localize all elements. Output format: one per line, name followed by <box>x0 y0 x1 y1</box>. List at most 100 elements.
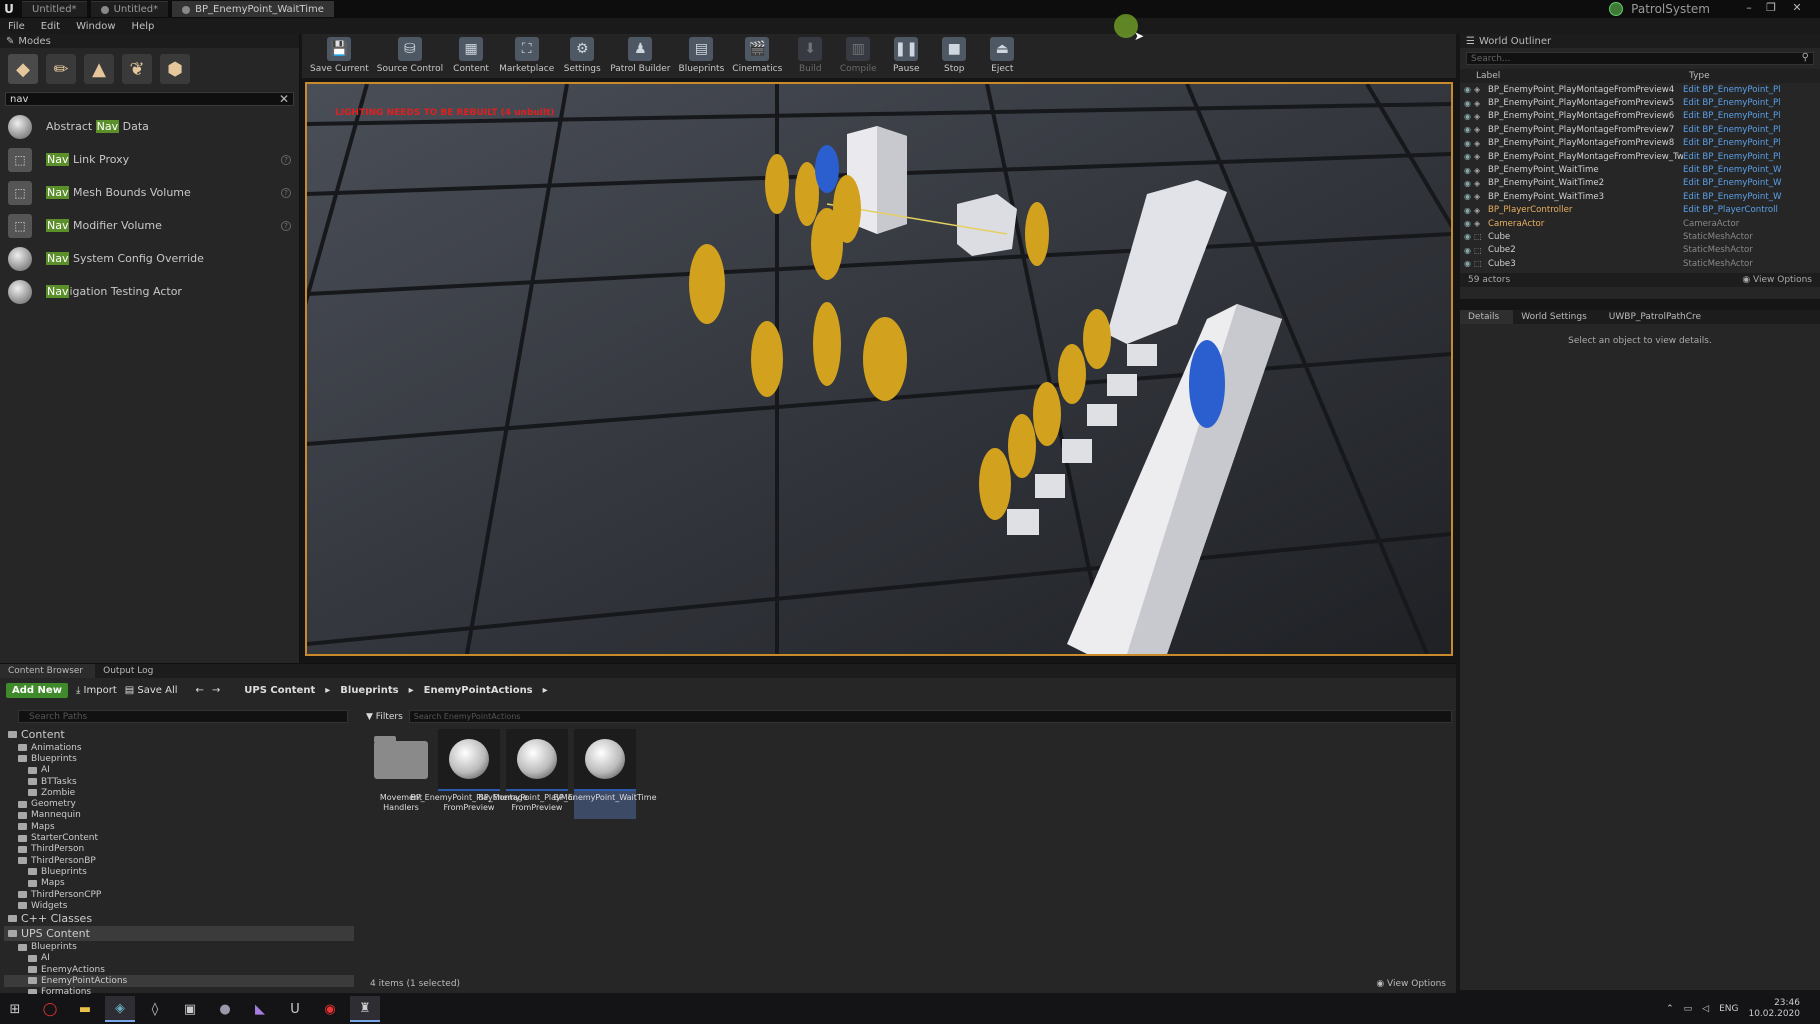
asset-view-options[interactable]: ◉ View Options <box>1376 979 1446 989</box>
tree-folder[interactable]: ThirdPersonCPP <box>4 889 354 900</box>
geometry-mode-icon[interactable]: ⬢ <box>160 54 190 84</box>
outliner-row[interactable]: ◉ ⬚ Cube3 StaticMeshActor <box>1460 257 1820 270</box>
tab-widget[interactable]: UWBP_PatrolPathCre <box>1601 310 1715 324</box>
breadcrumb-enemypointactions[interactable]: EnemyPointActions <box>424 685 533 696</box>
outliner-row-type[interactable]: Edit BP_EnemyPoint_W <box>1683 165 1782 175</box>
language-indicator[interactable]: ENG <box>1719 1004 1738 1014</box>
tree-folder[interactable]: Animations <box>4 742 354 753</box>
epic-games-icon[interactable]: ◊ <box>140 996 170 1022</box>
doc-tab-2[interactable]: Untitled* <box>90 1 169 17</box>
settings-button[interactable]: ⚙ Settings <box>558 37 606 74</box>
tree-folder[interactable]: ThirdPerson <box>4 844 354 855</box>
forward-icon[interactable]: → <box>212 685 220 696</box>
tab-details[interactable]: Details <box>1460 310 1514 324</box>
blueprints-button[interactable]: ▤ Blueprints <box>675 37 729 74</box>
tree-folder[interactable]: C++ Classes <box>4 911 354 926</box>
unreal-editor-icon[interactable]: ♜ <box>350 996 380 1022</box>
pause-button[interactable]: ❚❚ Pause <box>882 37 930 74</box>
tree-folder[interactable]: AI <box>4 953 354 964</box>
outliner-row[interactable]: ◉ ◈ BP_EnemyPoint_PlayMontageFromPreview8 E… <box>1460 137 1820 150</box>
minimize-icon[interactable]: – <box>1740 1 1758 14</box>
stop-button[interactable]: ■ Stop <box>930 37 978 74</box>
outliner-row-type[interactable]: Edit BP_EnemyPoint_Pl <box>1683 98 1781 108</box>
outliner-row-type[interactable]: Edit BP_EnemyPoint_Pl <box>1683 152 1781 162</box>
breadcrumb-blueprints[interactable]: Blueprints <box>340 685 398 696</box>
menu-help[interactable]: Help <box>124 21 163 32</box>
outliner-row[interactable]: ◉ ⬚ Cube2 StaticMeshActor <box>1460 244 1820 257</box>
obs-icon[interactable]: ● <box>210 996 240 1022</box>
cinematics-button[interactable]: 🎬 Cinematics <box>728 37 786 74</box>
visibility-eye-icon[interactable]: ◉ <box>1460 206 1474 215</box>
tree-folder[interactable]: StarterContent <box>4 832 354 843</box>
visibility-eye-icon[interactable]: ◉ <box>1460 232 1474 241</box>
outliner-row[interactable]: ◉ ◈ BP_EnemyPoint_WaitTime Edit BP_EnemyPoi… <box>1460 163 1820 176</box>
save-all-button[interactable]: ▤ Save All <box>125 685 178 696</box>
outliner-row[interactable]: ◉ ◈ BP_EnemyPoint_PlayMontageFromPreview7 E… <box>1460 123 1820 136</box>
place-mode-icon[interactable]: ◆ <box>8 54 38 84</box>
visibility-eye-icon[interactable]: ◉ <box>1460 139 1474 148</box>
visibility-eye-icon[interactable]: ◉ <box>1460 179 1474 188</box>
visibility-eye-icon[interactable]: ◉ <box>1460 99 1474 108</box>
outliner-row-type[interactable]: Edit BP_PlayerControll <box>1683 205 1778 215</box>
tree-folder[interactable]: Geometry <box>4 798 354 809</box>
marketplace-button[interactable]: ⛶ Marketplace <box>495 37 558 74</box>
tree-folder[interactable]: BTTasks <box>4 776 354 787</box>
tab-world-settings[interactable]: World Settings <box>1513 310 1601 324</box>
foliage-mode-icon[interactable]: ❦ <box>122 54 152 84</box>
outliner-view-options[interactable]: ◉ View Options <box>1742 275 1812 285</box>
place-item[interactable]: ⬚ Nav Mesh Bounds Volume? <box>0 176 299 209</box>
network-icon[interactable]: ▭ <box>1684 1004 1693 1014</box>
tree-folder[interactable]: Maps <box>4 878 354 889</box>
save-current-button[interactable]: 💾 Save Current <box>306 37 373 74</box>
place-item[interactable]: ⬚ Nav Modifier Volume? <box>0 209 299 242</box>
outliner-row[interactable]: ◉ ◈ BP_EnemyPoint_WaitTime2 Edit BP_EnemyPo… <box>1460 177 1820 190</box>
visibility-eye-icon[interactable]: ◉ <box>1460 125 1474 134</box>
tree-folder[interactable]: Widgets <box>4 900 354 911</box>
place-search-input[interactable]: nav ✕ <box>5 92 294 106</box>
back-icon[interactable]: ← <box>196 685 204 696</box>
volume-icon[interactable]: ◁ <box>1702 1004 1709 1014</box>
place-item[interactable]: Navigation Testing Actor <box>0 275 299 308</box>
tab-content-browser[interactable]: Content Browser <box>0 664 96 678</box>
tree-folder[interactable]: Mannequin <box>4 810 354 821</box>
visibility-eye-icon[interactable]: ◉ <box>1460 152 1474 161</box>
help-icon[interactable]: ? <box>281 155 291 165</box>
app-icon[interactable]: ▣ <box>175 996 205 1022</box>
outliner-row[interactable]: ◉ ◈ CameraActor CameraActor <box>1460 217 1820 230</box>
outliner-search-input[interactable]: Search... ⚲ <box>1466 52 1814 65</box>
outliner-row-type[interactable]: Edit BP_EnemyPoint_W <box>1683 192 1782 202</box>
tree-folder[interactable]: Maps <box>4 821 354 832</box>
landscape-mode-icon[interactable]: ▲ <box>84 54 114 84</box>
content-button[interactable]: ▦ Content <box>447 37 495 74</box>
outliner-row-type[interactable]: Edit BP_EnemyPoint_Pl <box>1683 85 1781 95</box>
modes-tab[interactable]: ✎ Modes <box>0 34 299 48</box>
visibility-eye-icon[interactable]: ◉ <box>1460 219 1474 228</box>
record-icon[interactable]: ◉ <box>315 996 345 1022</box>
column-type[interactable]: Type <box>1689 71 1710 81</box>
add-new-button[interactable]: Add New <box>6 682 68 698</box>
tree-folder[interactable]: Blueprints <box>4 941 354 952</box>
outliner-row-type[interactable]: Edit BP_EnemyPoint_Pl <box>1683 111 1781 121</box>
tree-folder[interactable]: AI <box>4 765 354 776</box>
help-icon[interactable]: ? <box>281 221 291 231</box>
maximize-icon[interactable]: ❐ <box>1762 1 1780 14</box>
tree-folder[interactable]: Blueprints <box>4 866 354 877</box>
menu-window[interactable]: Window <box>68 21 123 32</box>
place-item[interactable]: ⬚ Nav Link Proxy? <box>0 143 299 176</box>
build-button[interactable]: ⬇ Build <box>786 37 834 74</box>
visibility-eye-icon[interactable]: ◉ <box>1460 85 1474 94</box>
filters-button[interactable]: ▼ Filters <box>366 712 403 722</box>
browser-icon[interactable]: ◈ <box>105 996 135 1022</box>
menu-file[interactable]: File <box>0 21 33 32</box>
level-viewport[interactable]: LIGHTING NEEDS TO BE REBUILT (4 unbuilt) <box>305 82 1453 656</box>
windows-start-icon[interactable]: ⊞ <box>0 996 30 1022</box>
place-item[interactable]: Nav System Config Override <box>0 242 299 275</box>
visibility-eye-icon[interactable]: ◉ <box>1460 166 1474 175</box>
patrol-builder-button[interactable]: ♟ Patrol Builder <box>606 37 674 74</box>
outliner-row-type[interactable]: Edit BP_EnemyPoint_W <box>1683 178 1782 188</box>
tree-folder[interactable]: UPS Content <box>4 926 354 942</box>
doc-tab-1[interactable]: Untitled* <box>22 1 87 17</box>
visibility-eye-icon[interactable]: ◉ <box>1460 246 1474 255</box>
source-control-button[interactable]: ⛁ Source Control <box>373 37 447 74</box>
outliner-row-type[interactable]: Edit BP_EnemyPoint_Pl <box>1683 125 1781 135</box>
